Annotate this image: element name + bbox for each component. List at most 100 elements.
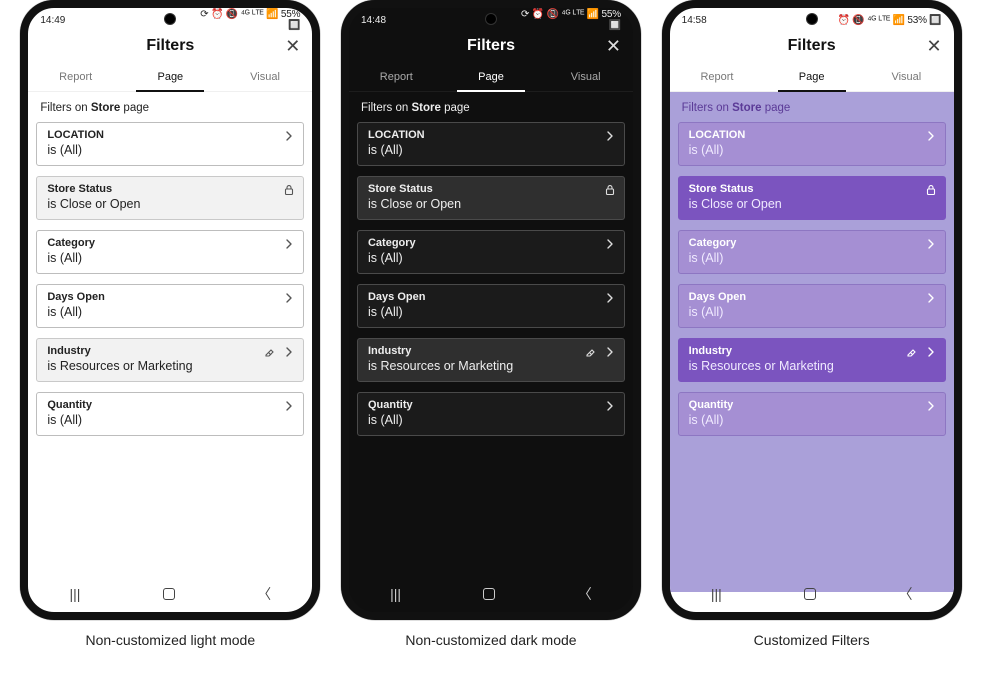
- filters-subheading: Filters on Store page: [349, 92, 633, 122]
- filter-card[interactable]: Quantity is (All): [36, 392, 304, 436]
- title-bar: Filters ✕: [28, 30, 312, 62]
- filter-card[interactable]: Category is (All): [678, 230, 946, 274]
- filter-card[interactable]: Quantity is (All): [678, 392, 946, 436]
- page-title: Filters: [467, 37, 515, 55]
- nav-recents-icon[interactable]: |||: [390, 586, 401, 602]
- eraser-icon[interactable]: [905, 346, 917, 358]
- nav-back-icon[interactable]: 〈: [578, 584, 592, 604]
- filter-card[interactable]: Store Status is Close or Open: [36, 176, 304, 220]
- filter-list: LOCATION is (All) Store Status is Close …: [349, 122, 633, 436]
- close-button[interactable]: ✕: [285, 37, 300, 55]
- filter-card-icons: [604, 400, 616, 412]
- filter-title: Quantity: [689, 399, 935, 411]
- tab-report[interactable]: Report: [670, 62, 765, 91]
- nav-back-icon[interactable]: 〈: [257, 584, 271, 604]
- chevron-right-icon: [604, 238, 616, 250]
- chevron-right-icon: [283, 238, 295, 250]
- tabs: Report Page Visual: [349, 62, 633, 92]
- filter-title: LOCATION: [689, 129, 935, 141]
- chevron-right-icon: [604, 400, 616, 412]
- filter-title: Industry: [689, 345, 935, 357]
- chevron-right-icon: [925, 130, 937, 142]
- chevron-right-icon: [283, 130, 295, 142]
- chevron-right-icon: [283, 292, 295, 304]
- tab-report[interactable]: Report: [349, 62, 444, 91]
- camera-cutout: [165, 14, 175, 24]
- filter-value: is (All): [368, 251, 614, 265]
- nav-recents-icon[interactable]: |||: [711, 586, 722, 602]
- filter-card-icons: [604, 292, 616, 304]
- close-button[interactable]: ✕: [606, 37, 621, 55]
- filter-card[interactable]: Industry is Resources or Marketing: [36, 338, 304, 382]
- filter-card[interactable]: Days Open is (All): [357, 284, 625, 328]
- filter-card[interactable]: Industry is Resources or Marketing: [678, 338, 946, 382]
- tab-visual[interactable]: Visual: [218, 62, 313, 91]
- tab-page[interactable]: Page: [764, 62, 859, 91]
- status-icons: ⏰ 📵 ⁴ᴳ ᴸᵀᴱ 📶 53% 🔲: [832, 15, 942, 26]
- filter-value: is (All): [368, 305, 614, 319]
- filter-title: Industry: [368, 345, 614, 357]
- filter-value: is (All): [47, 143, 293, 157]
- filter-value: is (All): [47, 305, 293, 319]
- filter-value: is (All): [689, 143, 935, 157]
- filter-card-icons: [263, 346, 295, 358]
- android-nav-bar: ||| 〈: [349, 582, 633, 606]
- filter-card[interactable]: LOCATION is (All): [678, 122, 946, 166]
- filter-card-icons: [283, 400, 295, 412]
- status-icons: ⟳ ⏰ 📵 ⁴ᴳ ᴸᵀᴱ 📶 55% 🔲: [511, 9, 621, 31]
- filter-value: is Close or Open: [368, 197, 614, 211]
- filter-card-icons: [905, 346, 937, 358]
- filter-card-icons: [925, 184, 937, 196]
- chevron-right-icon: [604, 130, 616, 142]
- nav-back-icon[interactable]: 〈: [898, 584, 912, 604]
- filter-card[interactable]: Days Open is (All): [36, 284, 304, 328]
- filter-value: is Resources or Marketing: [47, 359, 293, 373]
- lock-icon: [604, 184, 616, 196]
- android-nav-bar: ||| 〈: [670, 582, 954, 606]
- filter-list: LOCATION is (All) Store Status is Close …: [28, 122, 312, 436]
- filter-card[interactable]: Category is (All): [36, 230, 304, 274]
- filter-card-icons: [283, 238, 295, 250]
- filter-card[interactable]: LOCATION is (All): [357, 122, 625, 166]
- title-bar: Filters ✕: [670, 30, 954, 62]
- filter-value: is (All): [368, 143, 614, 157]
- filter-value: is (All): [689, 413, 935, 427]
- filters-subheading: Filters on Store page: [28, 92, 312, 122]
- eraser-icon[interactable]: [263, 346, 275, 358]
- close-button[interactable]: ✕: [927, 37, 942, 55]
- filter-card[interactable]: Store Status is Close or Open: [357, 176, 625, 220]
- chevron-right-icon: [925, 292, 937, 304]
- tab-visual[interactable]: Visual: [859, 62, 954, 91]
- caption-custom: Customized Filters: [754, 632, 870, 648]
- nav-home-icon[interactable]: [483, 588, 495, 600]
- filter-card-icons: [584, 346, 616, 358]
- android-nav-bar: ||| 〈: [28, 582, 312, 606]
- tab-visual[interactable]: Visual: [538, 62, 633, 91]
- filter-card[interactable]: LOCATION is (All): [36, 122, 304, 166]
- filter-card[interactable]: Quantity is (All): [357, 392, 625, 436]
- caption-light: Non-customized light mode: [86, 632, 256, 648]
- lock-icon: [925, 184, 937, 196]
- tabs: Report Page Visual: [670, 62, 954, 92]
- filter-title: Category: [368, 237, 614, 249]
- filter-card[interactable]: Store Status is Close or Open: [678, 176, 946, 220]
- filter-value: is (All): [689, 305, 935, 319]
- filter-title: Store Status: [368, 183, 614, 195]
- nav-home-icon[interactable]: [804, 588, 816, 600]
- tab-page[interactable]: Page: [444, 62, 539, 91]
- status-icons: ⟳ ⏰ 📵 ⁴ᴳ ᴸᵀᴱ 📶 55% 🔲: [190, 9, 300, 31]
- filter-card[interactable]: Category is (All): [357, 230, 625, 274]
- tab-report[interactable]: Report: [28, 62, 123, 91]
- filter-value: is Resources or Marketing: [689, 359, 935, 373]
- nav-home-icon[interactable]: [163, 588, 175, 600]
- filter-card[interactable]: Industry is Resources or Marketing: [357, 338, 625, 382]
- page-title: Filters: [788, 37, 836, 55]
- chevron-right-icon: [283, 346, 295, 358]
- caption-dark: Non-customized dark mode: [405, 632, 576, 648]
- chevron-right-icon: [925, 238, 937, 250]
- page-title: Filters: [146, 37, 194, 55]
- eraser-icon[interactable]: [584, 346, 596, 358]
- nav-recents-icon[interactable]: |||: [70, 586, 81, 602]
- tab-page[interactable]: Page: [123, 62, 218, 91]
- filter-card[interactable]: Days Open is (All): [678, 284, 946, 328]
